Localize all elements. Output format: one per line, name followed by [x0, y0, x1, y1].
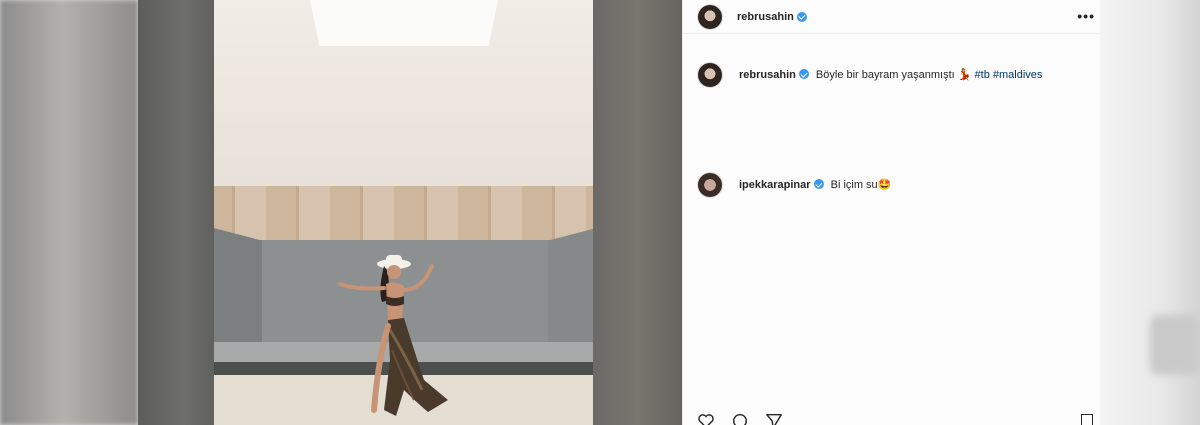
post-actions: [697, 412, 783, 425]
photo-wood-panel: [202, 186, 612, 246]
dancer-figure: [338, 255, 448, 416]
caption-row: rebrusahin Böyle bir bayram yaşanmıştı 💃…: [697, 62, 1042, 88]
paper-plane-icon[interactable]: [765, 412, 783, 425]
commenter-username[interactable]: ipekkarapinar: [739, 179, 811, 191]
photo-pillar-right: [593, 0, 682, 425]
more-options-icon[interactable]: •••: [1077, 8, 1095, 24]
post-header: rebrusahin •••: [683, 0, 1101, 34]
caption: rebrusahin Böyle bir bayram yaşanmıştı 💃…: [739, 68, 1042, 81]
author-avatar[interactable]: [697, 3, 723, 30]
comment-text: Bi içim su: [830, 179, 878, 191]
star-struck-emoji: 🤩: [877, 179, 892, 191]
comment-icon[interactable]: [731, 412, 749, 425]
heart-icon[interactable]: [697, 412, 715, 425]
post-side-panel: rebrusahin ••• rebrusahin Böyle bir bayr…: [682, 0, 1101, 425]
blurred-background-left: [0, 0, 138, 425]
commenter-avatar[interactable]: [697, 172, 723, 198]
comment-row: ipekkarapinar Bi içim su🤩: [697, 172, 891, 198]
caption-text: Böyle bir bayram yaşanmıştı: [815, 69, 955, 81]
hashtag-tb[interactable]: #tb: [975, 69, 990, 81]
comment: ipekkarapinar Bi içim su🤩: [739, 178, 891, 191]
blurred-background-right: [1100, 0, 1200, 425]
caption-author-avatar[interactable]: [697, 62, 723, 88]
dancer-emoji: 💃: [957, 69, 972, 81]
hashtag-maldives[interactable]: #maldives: [993, 69, 1043, 81]
verified-badge-icon: [796, 11, 807, 22]
verified-badge-icon: [798, 69, 809, 79]
verified-badge-icon: [813, 179, 824, 189]
author-username[interactable]: rebrusahin: [737, 11, 794, 23]
bookmark-icon[interactable]: [1081, 414, 1093, 425]
post-photo[interactable]: [138, 0, 682, 425]
caption-username[interactable]: rebrusahin: [739, 69, 796, 81]
photo-pillar-left: [138, 0, 214, 425]
photo-skylight: [310, 0, 498, 46]
